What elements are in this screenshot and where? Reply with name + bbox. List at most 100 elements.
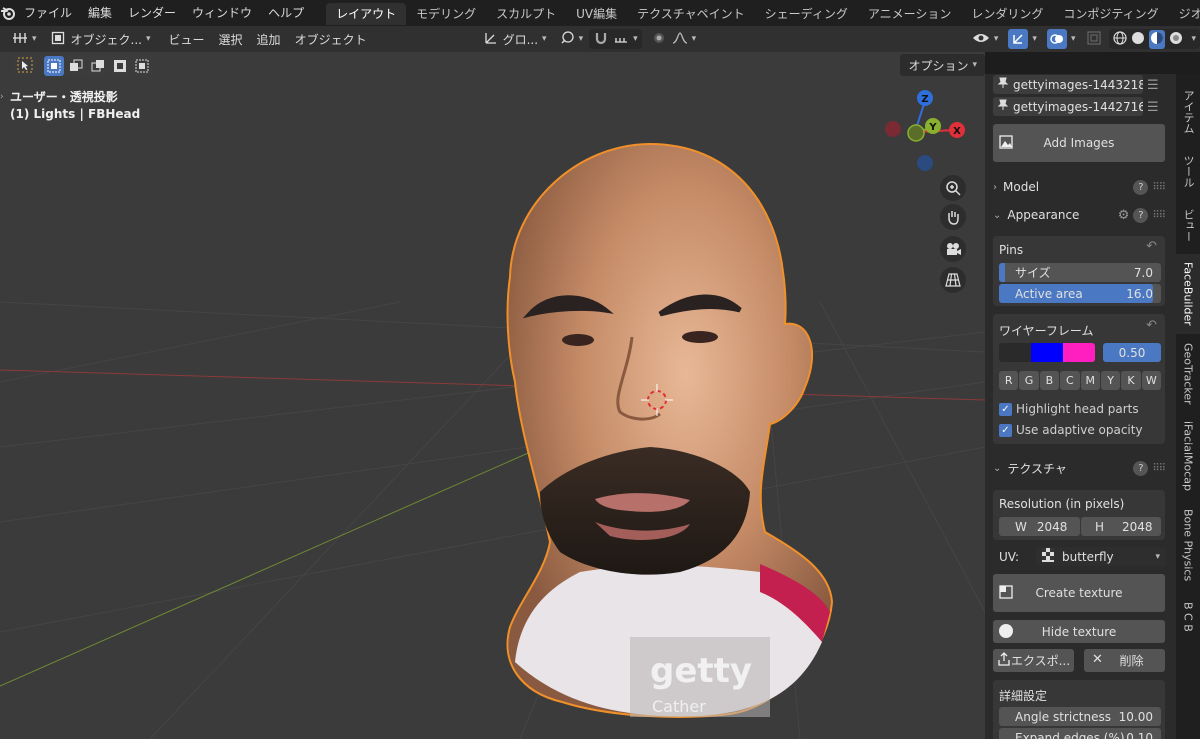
model-section-header[interactable]: › Model ? ⠿⠿ [993,176,1166,198]
tab-geotracker[interactable]: GeoTracker [1176,338,1200,410]
wire-preset-g-button[interactable]: G [1019,371,1039,390]
mode-dropdown[interactable]: オブジェク... ▾ [47,29,155,49]
material-shading-icon[interactable] [1149,29,1166,49]
menu-object[interactable]: オブジェクト [291,29,371,49]
image-list-item[interactable]: gettyimages-1442716... [993,97,1143,116]
delete-button[interactable]: ✕ 削除 [1084,649,1165,672]
tab-sculpt[interactable]: スカルプト [486,3,566,25]
export-button[interactable]: エクスポ... [993,649,1074,672]
menu-select[interactable]: 選択 [215,29,247,49]
tab-bcb[interactable]: B C B [1176,594,1200,640]
menu-window[interactable]: ウィンドウ [184,0,260,26]
visibility-dropdown[interactable]: ▾ [968,29,1003,49]
wire-preset-y-button[interactable]: Y [1100,371,1121,390]
tab-ifacialmocap[interactable]: iFacialMocap [1176,416,1200,496]
tab-facebuilder[interactable]: FaceBuilder [1176,254,1200,334]
active-area-slider[interactable]: Active area 16.0 [999,284,1161,303]
gear-icon[interactable]: ⚙ [1118,208,1130,223]
create-texture-button[interactable]: Create texture [993,574,1165,612]
appearance-section-header[interactable]: ⌄ Appearance ⚙ ? ⠿⠿ [993,204,1166,226]
wireframe-shading-icon[interactable] [1113,30,1128,48]
tab-modeling[interactable]: モデリング [406,3,486,25]
reset-icon[interactable]: ↶ [1146,318,1157,333]
fbhead-mesh[interactable]: getty Cather [506,142,834,718]
height-field[interactable]: H 2048 [1081,517,1161,536]
select-extend-icon[interactable] [66,56,86,76]
help-icon[interactable]: ? [1133,207,1149,223]
wire-color-swatch[interactable] [1031,343,1063,362]
overlays-dropdown[interactable]: ▾ [1043,29,1080,49]
tab-uv-editing[interactable]: UV編集 [566,3,627,25]
tab-view[interactable]: ビュー [1176,200,1200,250]
3d-viewport[interactable]: getty Cather オプション ▾ ユーザー・透視投影 (1) Light… [0,52,985,739]
zoom-icon[interactable] [940,175,966,201]
wire-preset-r-button[interactable]: R [999,371,1019,390]
angle-strictness-field[interactable]: Angle strictness 10.00 [999,707,1161,726]
tab-geometry-nodes[interactable]: ジオメトリノ [1169,3,1200,25]
wire-preset-m-button[interactable]: M [1080,371,1100,390]
hamburger-menu-icon[interactable]: ☰ [1147,78,1159,93]
blender-logo-icon[interactable] [0,0,16,26]
tab-rendering[interactable]: レンダリング [961,3,1053,25]
grid-perspective-icon[interactable] [940,267,966,293]
drag-handle-icon[interactable]: ⠿⠿ [1152,463,1166,474]
drag-handle-icon[interactable]: ⠿⠿ [1152,210,1166,221]
rendered-shading-icon[interactable] [1169,31,1183,48]
tab-item[interactable]: アイテム [1176,82,1200,142]
snap-toggle[interactable]: ▾ [589,29,642,49]
select-invert-icon[interactable] [110,56,130,76]
tab-texture-paint[interactable]: テクスチャペイント [627,3,755,25]
xray-toggle[interactable] [1083,29,1105,49]
solid-shading-icon[interactable] [1131,31,1145,48]
tab-shading[interactable]: シェーディング [755,3,858,25]
hamburger-menu-icon[interactable]: ☰ [1147,100,1159,115]
menu-file[interactable]: ファイル [16,0,80,26]
expand-edges-field[interactable]: Expand edges (%) 0.10 [999,728,1161,739]
hide-texture-button[interactable]: Hide texture [993,620,1165,643]
uv-map-dropdown[interactable]: butterfly ▾ [1036,547,1166,566]
wire-opacity-field[interactable]: 0.50 [1103,343,1161,362]
add-images-button[interactable]: Add Images [993,124,1165,162]
tab-compositing[interactable]: コンポジティング [1053,3,1168,25]
wire-preset-b-button[interactable]: B [1039,371,1060,390]
select-new-icon[interactable] [44,56,64,76]
highlight-head-parts-checkbox[interactable]: ✓ Highlight head parts [999,402,1139,416]
menu-view[interactable]: ビュー [165,29,209,49]
wire-color-swatch[interactable] [999,343,1031,362]
menu-render[interactable]: レンダー [120,0,184,26]
wire-preset-w-button[interactable]: W [1141,371,1161,390]
tab-layout[interactable]: レイアウト [326,3,407,25]
size-slider[interactable]: サイズ 7.0 [999,263,1161,282]
texture-section-header[interactable]: ⌄ テクスチャ ? ⠿⠿ [993,457,1166,479]
menu-add[interactable]: 追加 [253,29,285,49]
select-intersect-icon[interactable] [132,56,152,76]
tab-animation[interactable]: アニメーション [858,3,962,25]
select-tool-button[interactable] [14,56,36,76]
toolbar-expand-icon[interactable]: › [0,92,4,102]
select-subtract-icon[interactable] [88,56,108,76]
tab-bone-physics[interactable]: Bone Physics [1176,502,1200,588]
menu-edit[interactable]: 編集 [80,0,120,26]
pivot-point-dropdown[interactable]: ▾ [555,29,588,49]
camera-icon[interactable] [940,236,966,262]
reset-icon[interactable]: ↶ [1146,239,1157,254]
adaptive-opacity-checkbox[interactable]: ✓ Use adaptive opacity [999,423,1143,437]
hand-pan-icon[interactable] [940,204,966,230]
drag-handle-icon[interactable]: ⠿⠿ [1152,182,1166,193]
width-field[interactable]: W 2048 [999,517,1080,536]
gizmo-dropdown[interactable]: ▾ [1004,29,1041,49]
transform-orientation-dropdown[interactable]: グロ... ▾ [479,29,551,49]
wire-color-swatch[interactable] [1063,343,1095,362]
editor-type-button[interactable]: ▾ [8,29,41,49]
tab-tool[interactable]: ツール [1176,146,1200,196]
image-list-item[interactable]: gettyimages-1443218... [993,75,1143,94]
help-icon[interactable]: ? [1133,460,1149,476]
proportional-edit-toggle[interactable]: ▾ [648,29,701,49]
chevron-down-icon[interactable]: ▾ [1191,34,1196,44]
wire-preset-c-button[interactable]: C [1060,371,1080,390]
navigation-gizmo[interactable]: Z Y X [880,88,970,178]
menu-help[interactable]: ヘルプ [260,0,312,26]
wire-preset-k-button[interactable]: K [1121,371,1141,390]
options-dropdown[interactable]: オプション ▾ [900,54,985,76]
help-icon[interactable]: ? [1133,179,1149,195]
